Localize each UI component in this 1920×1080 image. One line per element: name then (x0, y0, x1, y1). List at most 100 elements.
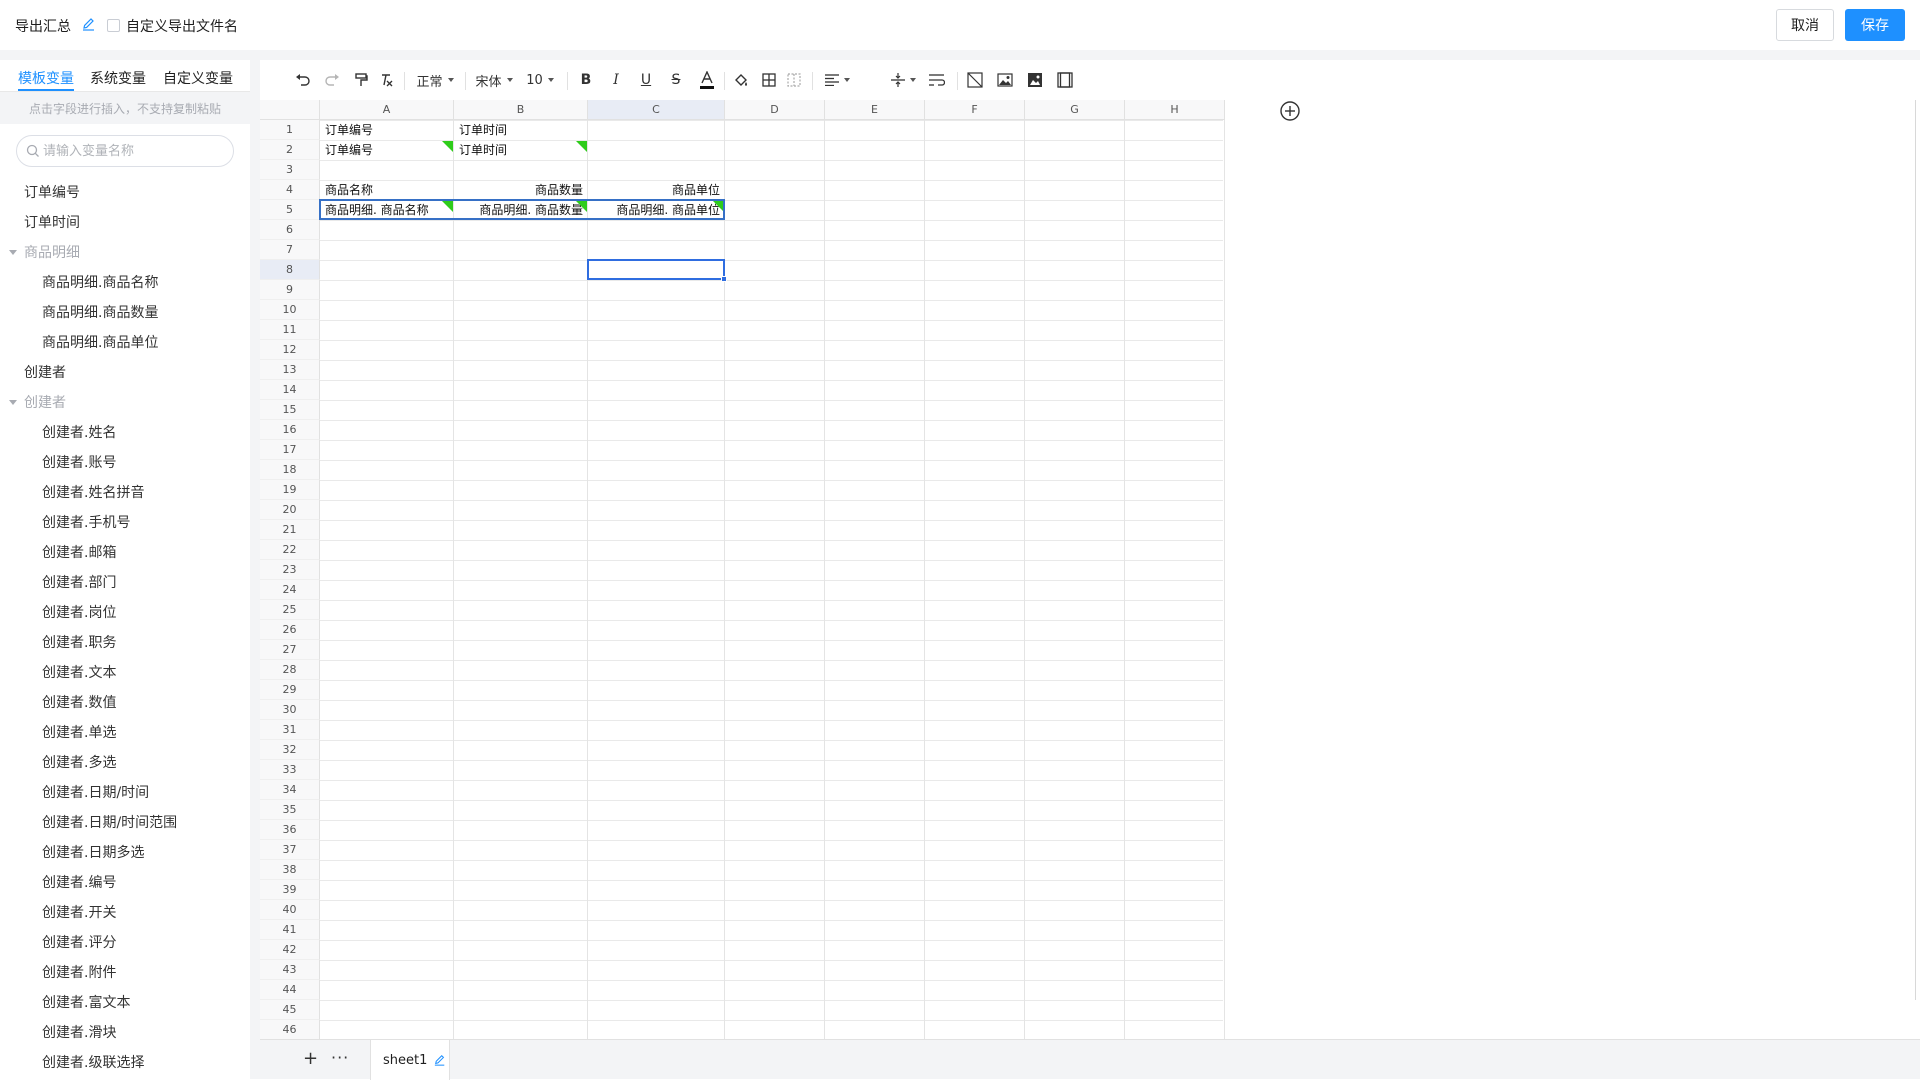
variable-item[interactable]: 创建者.邮箱 (0, 538, 250, 568)
row-header[interactable]: 46 (260, 1020, 320, 1039)
row-header[interactable]: 22 (260, 540, 320, 560)
row-header[interactable]: 40 (260, 900, 320, 920)
row-header[interactable]: 30 (260, 700, 320, 720)
save-button[interactable]: 保存 (1845, 9, 1905, 41)
row-header[interactable]: 24 (260, 580, 320, 600)
row-header[interactable]: 44 (260, 980, 320, 1000)
column-header[interactable]: A (320, 100, 454, 120)
row-header[interactable]: 12 (260, 340, 320, 360)
row-header[interactable]: 2 (260, 140, 320, 160)
font-size-select[interactable]: 10 (522, 70, 558, 90)
insert-image-button[interactable] (995, 70, 1015, 90)
font-family-select[interactable]: 宋体 (473, 70, 515, 90)
row-header[interactable]: 14 (260, 380, 320, 400)
variable-item[interactable]: 创建者.部门 (0, 568, 250, 598)
variable-item[interactable]: 创建者.评分 (0, 928, 250, 958)
row-header[interactable]: 9 (260, 280, 320, 300)
row-header[interactable]: 36 (260, 820, 320, 840)
borders-button[interactable] (759, 70, 779, 90)
column-header[interactable]: H (1125, 100, 1225, 120)
row-header[interactable]: 11 (260, 320, 320, 340)
undo-button[interactable] (293, 70, 313, 90)
row-header[interactable]: 28 (260, 660, 320, 680)
column-header[interactable]: D (725, 100, 825, 120)
strikethrough-button[interactable]: S (667, 70, 685, 90)
row-header[interactable]: 6 (260, 220, 320, 240)
edit-title-icon[interactable] (82, 17, 96, 31)
variable-item[interactable]: 创建者.日期/时间范围 (0, 808, 250, 838)
row-header[interactable]: 23 (260, 560, 320, 580)
row-header[interactable]: 17 (260, 440, 320, 460)
add-sheet-button[interactable]: + (303, 1050, 318, 1068)
variable-item[interactable]: 创建者.附件 (0, 958, 250, 988)
redo-button[interactable] (322, 70, 342, 90)
variable-item[interactable]: 创建者 (0, 358, 250, 388)
cell-a2[interactable]: 订单编号 (320, 140, 454, 160)
row-header[interactable]: 33 (260, 760, 320, 780)
variable-item[interactable]: 创建者.开关 (0, 898, 250, 928)
select-all-corner[interactable] (260, 100, 320, 120)
horizontal-align-select[interactable] (822, 70, 852, 90)
variable-item[interactable]: 商品明细.商品单位 (0, 328, 250, 358)
spreadsheet-grid[interactable]: A B C D E F G H 1 2 3 4 5 6 7 8 9 10 11 12 13 14 15 16 17 18 19 20 2… (260, 100, 1920, 1039)
row-header[interactable]: 20 (260, 500, 320, 520)
row-header[interactable]: 42 (260, 940, 320, 960)
add-column-icon[interactable] (1279, 100, 1301, 122)
row-header[interactable]: 25 (260, 600, 320, 620)
variable-item[interactable]: 创建者.滑块 (0, 1018, 250, 1048)
vertical-align-select[interactable] (888, 70, 918, 90)
tab-custom-variables[interactable]: 自定义变量 (163, 68, 233, 88)
row-header[interactable]: 43 (260, 960, 320, 980)
row-header[interactable]: 3 (260, 160, 320, 180)
variable-item[interactable]: 创建者.富文本 (0, 988, 250, 1018)
variable-item[interactable]: 创建者.手机号 (0, 508, 250, 538)
row-header[interactable]: 45 (260, 1000, 320, 1020)
variable-group[interactable]: 商品明细 (0, 238, 250, 268)
row-header[interactable]: 4 (260, 180, 320, 200)
fill-color-button[interactable] (730, 70, 752, 90)
row-header[interactable]: 39 (260, 880, 320, 900)
tab-system-variables[interactable]: 系统变量 (90, 68, 146, 88)
variable-item[interactable]: 创建者.多选 (0, 748, 250, 778)
cell-b4[interactable]: 商品数量 (454, 180, 588, 200)
variable-item[interactable]: 创建者.日期多选 (0, 838, 250, 868)
row-header[interactable]: 16 (260, 420, 320, 440)
variable-item[interactable]: 商品明细.商品数量 (0, 298, 250, 328)
cell-b1[interactable]: 订单时间 (454, 120, 588, 140)
diagonal-border-button[interactable] (965, 70, 985, 90)
row-header[interactable]: 31 (260, 720, 320, 740)
row-header[interactable]: 41 (260, 920, 320, 940)
variable-item[interactable]: 创建者.职务 (0, 628, 250, 658)
row-header[interactable]: 35 (260, 800, 320, 820)
format-painter-button[interactable] (351, 70, 371, 90)
underline-button[interactable]: U (637, 70, 655, 90)
column-header[interactable]: C (588, 100, 725, 120)
variable-item[interactable]: 创建者.姓名 (0, 418, 250, 448)
row-header[interactable]: 32 (260, 740, 320, 760)
variable-item[interactable]: 创建者.日期/时间 (0, 778, 250, 808)
row-header[interactable]: 7 (260, 240, 320, 260)
variable-search-input[interactable] (43, 137, 228, 165)
row-header[interactable]: 8 (260, 260, 320, 280)
variable-item[interactable]: 创建者.账号 (0, 448, 250, 478)
column-header[interactable]: G (1025, 100, 1125, 120)
italic-button[interactable]: I (607, 70, 625, 90)
freeze-panes-button[interactable] (1055, 70, 1075, 90)
rename-sheet-icon[interactable] (434, 1054, 446, 1066)
row-header[interactable]: 15 (260, 400, 320, 420)
column-header[interactable]: E (825, 100, 925, 120)
variable-item[interactable]: 创建者.岗位 (0, 598, 250, 628)
insert-float-image-button[interactable] (1025, 70, 1045, 90)
row-header[interactable]: 18 (260, 460, 320, 480)
text-style-select[interactable]: 正常 (412, 70, 458, 90)
row-header[interactable]: 10 (260, 300, 320, 320)
more-sheets-icon[interactable]: ··· (331, 1048, 349, 1067)
cell-a1[interactable]: 订单编号 (320, 120, 454, 140)
clear-format-button[interactable] (376, 70, 396, 90)
variable-group[interactable]: 创建者 (0, 388, 250, 418)
cell-c4[interactable]: 商品单位 (588, 180, 725, 200)
bold-button[interactable]: B (577, 70, 595, 90)
row-header[interactable]: 26 (260, 620, 320, 640)
variable-item[interactable]: 创建者.级联选择 (0, 1048, 250, 1078)
row-header[interactable]: 1 (260, 120, 320, 140)
